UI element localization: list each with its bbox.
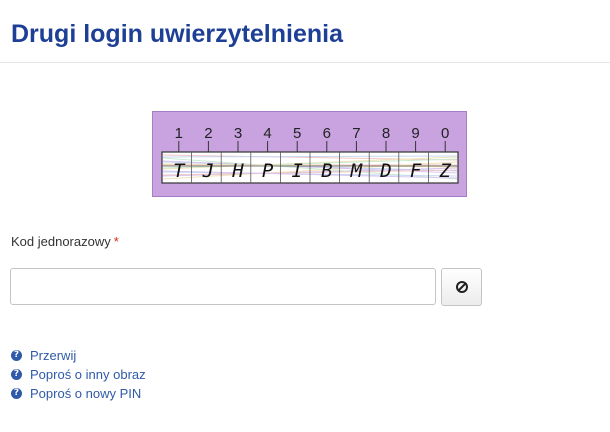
other-image-link[interactable]: Poproś o inny obraz [30, 367, 146, 382]
clear-button[interactable] [441, 268, 482, 306]
captcha-character: Z [438, 160, 451, 182]
captcha-character: B [321, 160, 332, 182]
captcha-image: 1 2 3 4 5 6 7 8 9 0 TJHPIBMDFZ [152, 111, 467, 197]
captcha-svg: 1 2 3 4 5 6 7 8 9 0 TJHPIBMDFZ [161, 125, 459, 184]
captcha-character: I [291, 160, 302, 182]
captcha-number: 4 [263, 125, 271, 142]
captcha-number: 8 [382, 125, 390, 142]
code-label-text: Kod jednorazowy [11, 234, 111, 249]
captcha-number: 2 [204, 125, 212, 142]
code-input[interactable] [10, 268, 436, 305]
captcha-number: 7 [352, 125, 360, 142]
captcha-numbers: 1 2 3 4 5 6 7 8 9 0 [175, 125, 449, 152]
ban-icon [455, 281, 468, 293]
captcha-number: 9 [411, 125, 419, 142]
captcha-character: T [173, 160, 186, 182]
abort-link[interactable]: Przerwij [30, 348, 76, 363]
new-pin-link[interactable]: Poproś o nowy PIN [30, 386, 141, 401]
captcha-number: 1 [175, 125, 183, 142]
captcha-character: M [350, 160, 363, 182]
captcha-character: D [379, 160, 391, 182]
captcha-character: H [231, 160, 244, 182]
captcha-number: 3 [234, 125, 242, 142]
link-item-new-pin: ? Poproś o nowy PIN [11, 384, 146, 403]
captcha-character: F [410, 160, 422, 182]
question-icon: ? [11, 369, 22, 380]
captcha-character: J [202, 160, 214, 182]
question-icon: ? [11, 350, 22, 361]
captcha-number: 6 [323, 125, 331, 142]
help-links: ? Przerwij ? Poproś o inny obraz ? Popro… [11, 346, 146, 403]
captcha-number: 5 [293, 125, 301, 142]
link-item-other-image: ? Poproś o inny obraz [11, 365, 146, 384]
question-icon: ? [11, 388, 22, 399]
page-title: Drugi login uwierzytelnienia [11, 20, 343, 48]
code-label: Kod jednorazowy * [11, 234, 119, 249]
captcha-character: P [262, 160, 274, 182]
captcha-number: 0 [441, 125, 449, 142]
page-header: Drugi login uwierzytelnienia [0, 0, 610, 63]
link-item-abort: ? Przerwij [11, 346, 146, 365]
required-marker: * [113, 234, 119, 249]
